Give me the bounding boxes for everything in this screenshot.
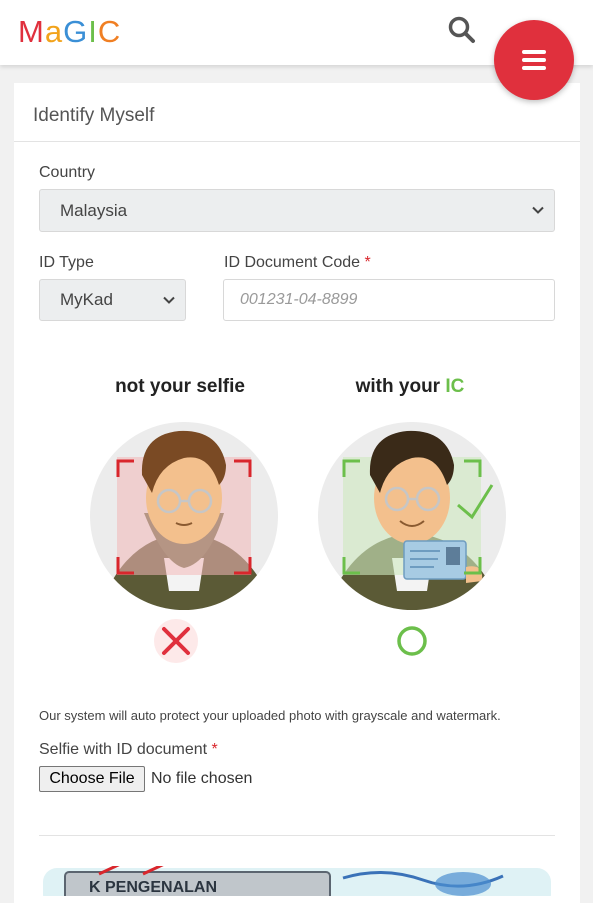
id-code-label: ID Document Code * [224,254,371,271]
country-label: Country [39,164,96,181]
circle-icon [397,626,427,656]
divider [39,835,555,836]
id-type-select[interactable]: MyKad [39,279,186,321]
menu-button[interactable] [494,20,574,100]
id-type-label: ID Type [39,254,94,271]
svg-text:MaGIC: MaGIC [18,14,121,46]
with-ic-portrait [318,422,506,656]
grayscale-note: Our system will auto protect your upload… [39,708,501,723]
right-caption: with your IC [355,376,465,397]
id-code-placeholder: 001231-04-8899 [240,291,358,308]
left-caption: not your selfie [115,376,245,397]
file-status: No file chosen [151,770,253,787]
id-document-code-input[interactable]: 001231-04-8899 [223,279,555,321]
required-mark: * [211,741,218,758]
choose-file-button[interactable]: Choose File [39,766,145,792]
hamburger-icon [522,50,546,54]
identify-card: Identify Myself Country Malaysia ID Type… [14,83,580,903]
required-mark: * [364,254,371,271]
country-value: Malaysia [60,201,128,220]
not-selfie-portrait [90,422,278,663]
magic-logo[interactable]: MaGIC [18,14,170,46]
country-select[interactable]: Malaysia [39,189,555,232]
search-icon[interactable] [446,14,478,46]
page-title: Identify Myself [33,105,155,126]
banner-text: K PENGENALAN [89,879,217,896]
id-type-value: MyKad [60,290,113,309]
chevron-down-icon [163,296,175,304]
selfie-illustration: not your selfie with your IC [90,376,506,663]
selfie-label: Selfie with ID document * [39,741,218,758]
chevron-down-icon [532,206,544,214]
card-header: Identify Myself [14,83,580,142]
